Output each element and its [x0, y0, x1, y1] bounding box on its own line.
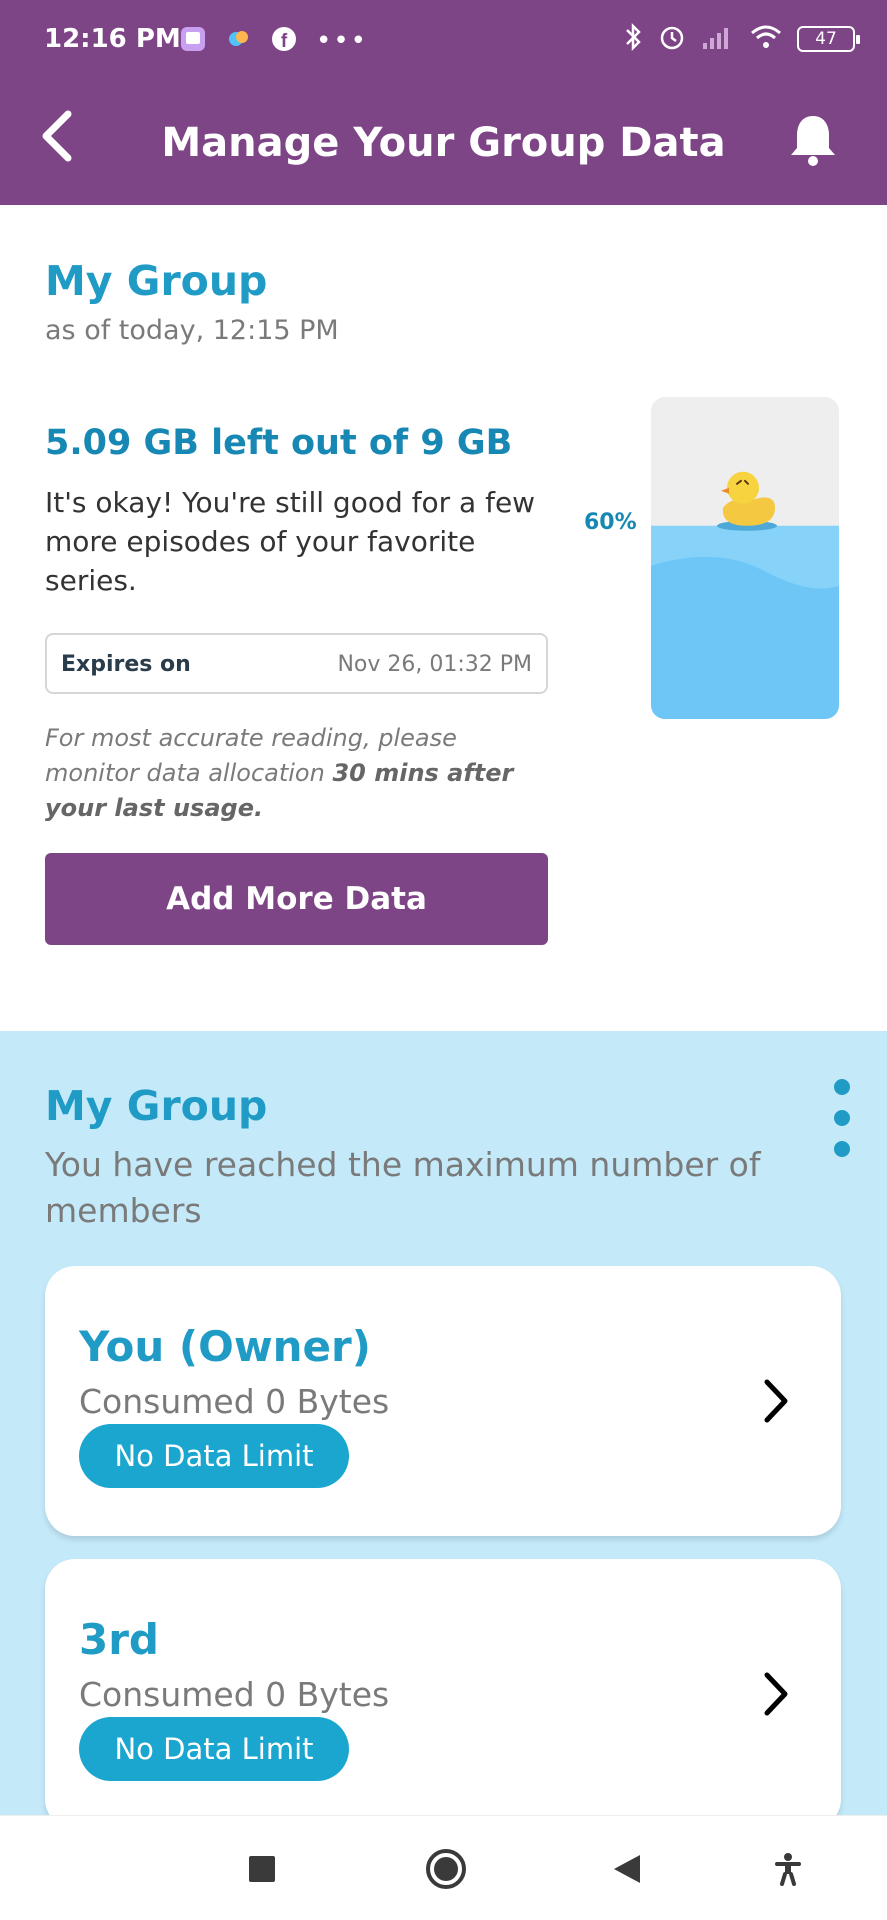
summary-timestamp: as of today, 12:15 PM [45, 315, 339, 346]
gauge-percent: 60% [584, 510, 637, 535]
usage-note: For most accurate reading, please monito… [45, 721, 555, 826]
app-icon [226, 26, 252, 56]
member-name: You (Owner) [79, 1322, 371, 1371]
expiry-box: Expires on Nov 26, 01:32 PM [45, 633, 548, 694]
data-gauge [651, 397, 839, 719]
status-time: 12:16 PM [44, 24, 181, 54]
battery-icon: 47 [797, 26, 860, 52]
accessibility-icon [775, 1852, 801, 1886]
chevron-right-icon [764, 1379, 788, 1423]
status-bar: 12:16 PM f ••• 47 [0, 0, 887, 84]
signal-icon [701, 23, 735, 55]
member-card-3rd[interactable]: 3rd Consumed 0 Bytes No Data Limit [45, 1559, 841, 1829]
back-nav-button[interactable] [587, 1816, 667, 1920]
wifi-icon [749, 23, 783, 55]
member-consumed: Consumed 0 Bytes [79, 1382, 390, 1421]
home-button[interactable] [406, 1816, 486, 1920]
expiry-value: Nov 26, 01:32 PM [337, 652, 532, 677]
data-remaining: 5.09 GB left out of 9 GB [45, 423, 513, 463]
recents-button[interactable] [222, 1816, 302, 1920]
app-icon [178, 24, 208, 58]
summary-title: My Group [45, 257, 268, 305]
member-name: 3rd [79, 1615, 160, 1664]
notifications-button[interactable] [785, 110, 841, 170]
members-section: My Group You have reached the maximum nu… [0, 1031, 887, 1829]
status-message: It's okay! You're still good for a few m… [45, 486, 536, 597]
page-title: Manage Your Group Data [161, 120, 726, 166]
member-consumed: Consumed 0 Bytes [79, 1675, 390, 1714]
notification-icons: f ••• [178, 24, 368, 58]
more-dots-icon: ••• [316, 26, 369, 56]
bell-icon [791, 116, 835, 166]
duck-icon [717, 471, 777, 531]
bluetooth-icon [623, 22, 643, 56]
back-triangle-icon [614, 1854, 640, 1883]
svg-text:f: f [281, 31, 288, 52]
kebab-dot-icon [834, 1110, 850, 1126]
data-summary-section: My Group as of today, 12:15 PM 5.09 GB l… [0, 205, 887, 1031]
expiry-label: Expires on [61, 652, 191, 677]
add-more-data-button[interactable]: Add More Data [45, 853, 548, 945]
system-nav-bar [0, 1815, 887, 1920]
recents-square-icon [249, 1855, 275, 1882]
facebook-icon: f [270, 25, 298, 57]
kebab-dot-icon [834, 1079, 850, 1095]
members-title: My Group [45, 1082, 268, 1130]
home-circle-icon [426, 1848, 466, 1889]
members-subtitle: You have reached the maximum number of m… [45, 1145, 761, 1230]
app-bar: Manage Your Group Data [0, 84, 887, 205]
system-icons: 47 [623, 22, 860, 56]
chevron-right-icon [764, 1672, 788, 1716]
data-limit-badge: No Data Limit [79, 1717, 349, 1781]
kebab-dot-icon [834, 1141, 850, 1157]
member-card-owner[interactable]: You (Owner) Consumed 0 Bytes No Data Lim… [45, 1266, 841, 1536]
more-options-button[interactable] [827, 1079, 857, 1157]
data-limit-badge: No Data Limit [79, 1424, 349, 1488]
accessibility-button[interactable] [748, 1816, 828, 1920]
alarm-icon [657, 22, 687, 56]
